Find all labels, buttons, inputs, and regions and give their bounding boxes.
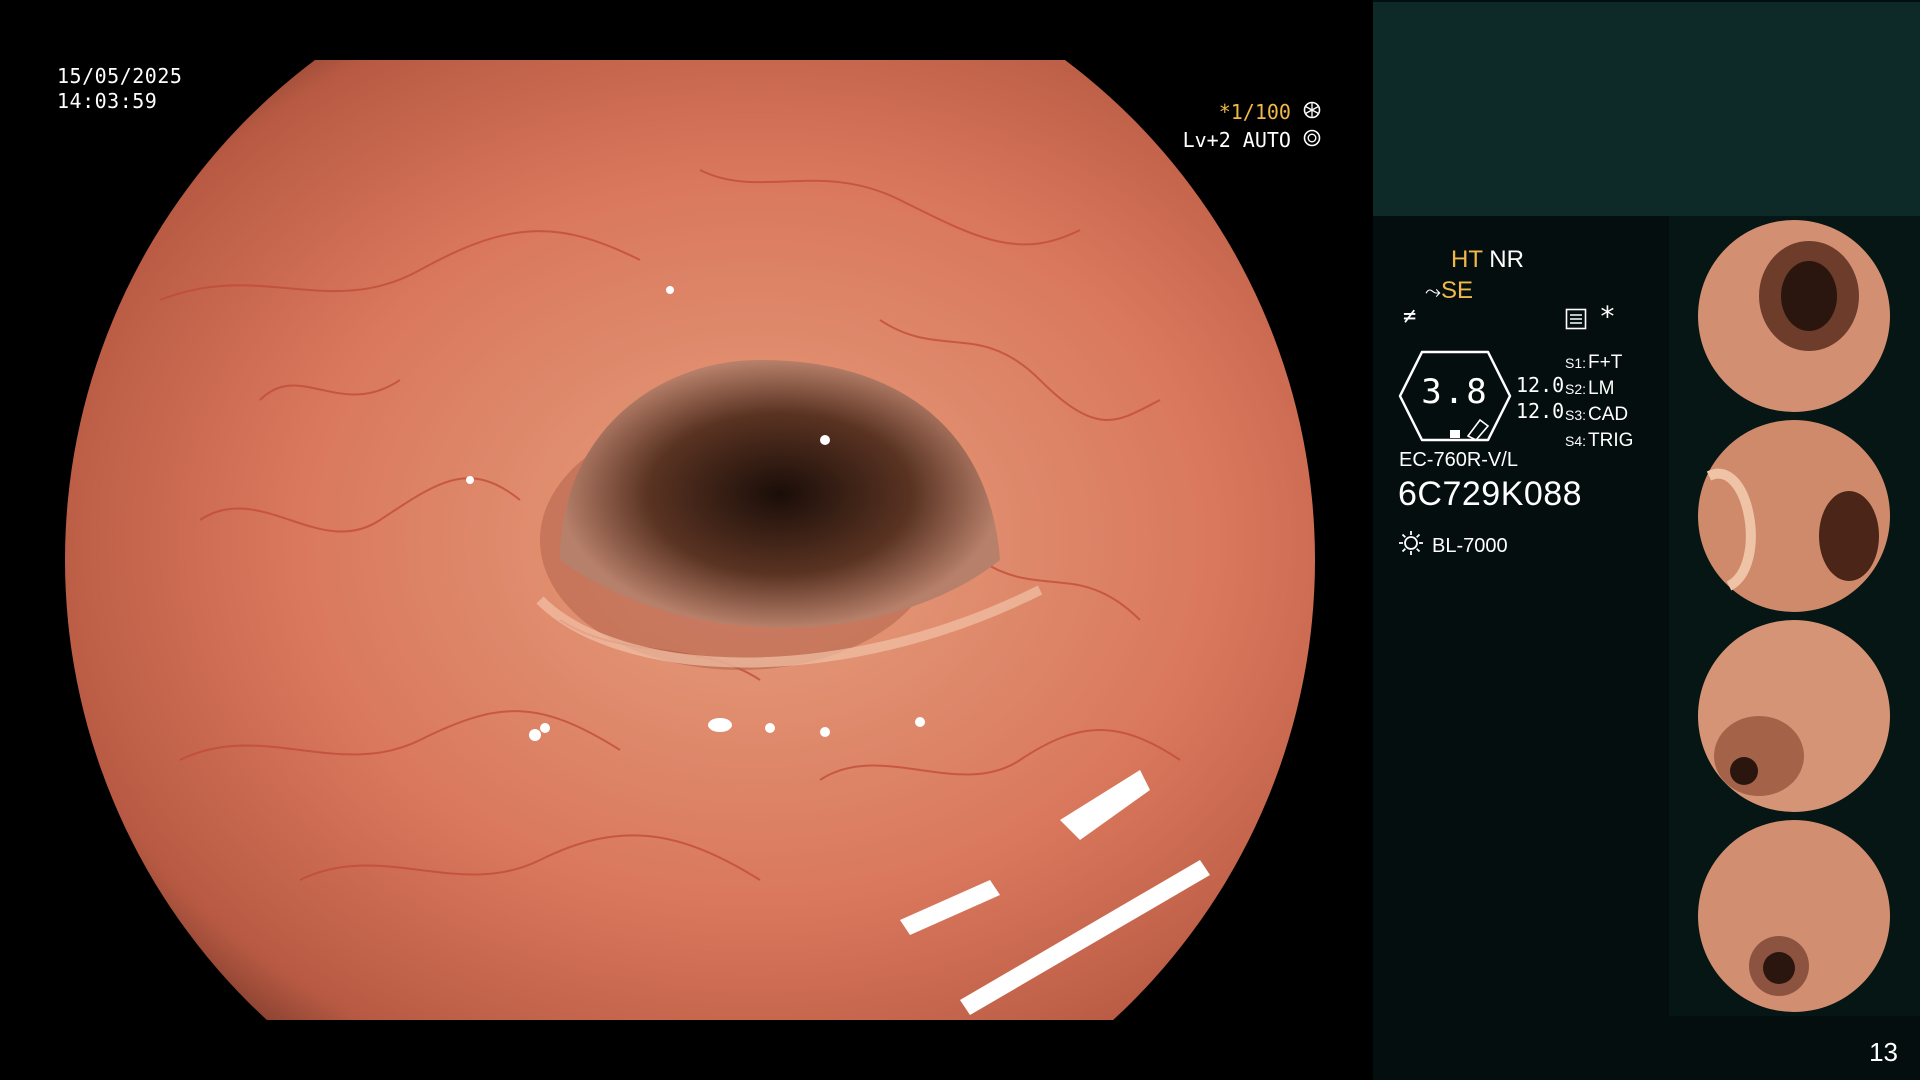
zoom-sub-2: 12.0 [1516,399,1565,423]
endoscope-video: 15/05/2025 14:03:59 *1/100 Lv+2 AUTO [0,0,1373,1080]
mode-nr: NR [1489,246,1524,273]
time-text: 14:03:59 [57,89,158,113]
page-number: 13 [1869,1037,1898,1067]
switch-settings: S1: F+T S2: LM S3: CAD S4: TRIG [1565,350,1633,454]
not-equal-icon: ≠ [1403,304,1417,329]
endoscopic-image [65,60,1315,1020]
setting-s3: S3: CAD [1565,404,1629,425]
light-source-label: BL-7000 [1432,534,1508,557]
shutter-speed: *1/100 [1218,100,1291,124]
level-mode: Lv+2 AUTO [1182,128,1291,152]
asterisk-icon: * [1599,300,1616,333]
aperture-icon [1303,100,1321,124]
zoom-subvalues: 12.0 12.0 [1516,372,1564,424]
scope-model: EC-760R-V/L [1399,449,1518,471]
iris-icon [1303,128,1321,152]
timestamp: 15/05/2025 14:03:59 [57,64,182,114]
zoom-value: 3.8 [1421,372,1489,412]
date-text: 15/05/2025 [57,64,183,88]
setting-s4: S4: TRIG [1565,430,1634,451]
scope-serial: 6C729K088 [1398,475,1583,513]
image-mode: HT NR ⤳SE [1425,244,1524,308]
thumbnail-4[interactable] [1669,816,1920,1016]
sun-icon [1398,530,1424,562]
mode-ht: HT [1451,246,1483,273]
setting-s1: S1: F+T [1565,352,1623,373]
exposure-readout: *1/100 Lv+2 AUTO [1183,98,1321,154]
panel-header-area [1373,2,1920,216]
thumbnail-1[interactable] [1669,216,1920,416]
structure-enhance-icon: ⤳ [1425,281,1441,303]
capture-icon [1565,308,1587,336]
thumbnail-2[interactable] [1669,416,1920,616]
capture-thumbnails [1669,216,1920,1016]
mode-se: SE [1441,277,1474,304]
info-panel: HT NR ⤳SE ≠ * 3.8 12.0 12.0 S1: F+T S2: LM… [1373,0,1920,1080]
light-source: BL-7000 [1398,530,1508,562]
thumbnail-3[interactable] [1669,616,1920,816]
zoom-sub-1: 12.0 [1516,373,1565,397]
setting-s2: S2: LM [1565,378,1615,399]
